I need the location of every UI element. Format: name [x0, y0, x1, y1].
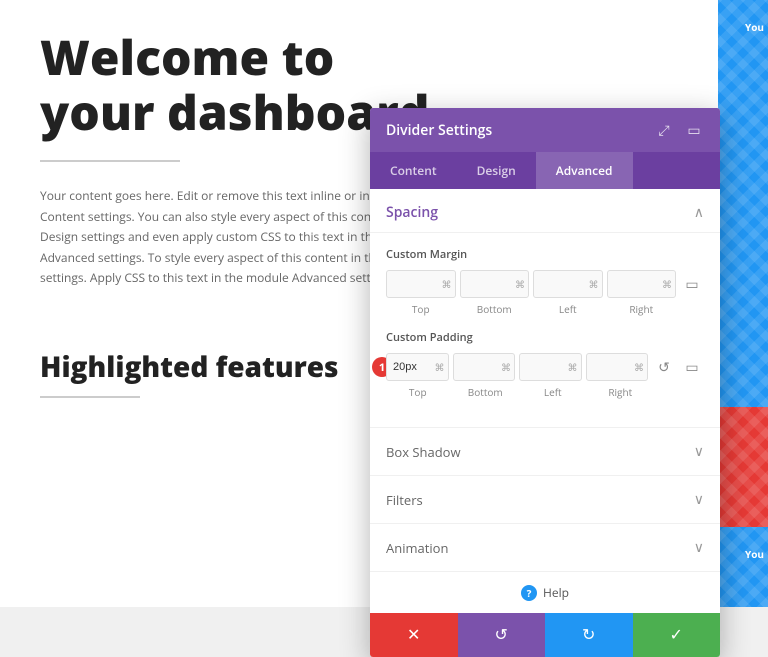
strip-red-middle [718, 407, 768, 527]
cancel-button[interactable]: ✕ [370, 613, 458, 657]
panel-tabs: Content Design Advanced [370, 152, 720, 189]
panel-header: Divider Settings ⤢ ▭ [370, 108, 720, 152]
right-sidebar-strips: You You [718, 0, 768, 607]
box-shadow-chevron-icon: ∨ [694, 442, 704, 461]
filters-section[interactable]: Filters ∨ [370, 475, 720, 523]
filters-label: Filters [386, 491, 423, 509]
strip-blue-bottom: You [718, 527, 768, 607]
padding-bottom-link-icon: ⌘ [501, 360, 511, 374]
padding-right-label: Right [589, 385, 653, 399]
panel-footer: ✕ ↺ ↻ ✓ [370, 613, 720, 657]
filters-chevron-icon: ∨ [694, 490, 704, 509]
animation-label: Animation [386, 539, 448, 557]
padding-top-link-icon: ⌘ [435, 360, 445, 374]
undo-button[interactable]: ↺ [458, 613, 546, 657]
custom-padding-label: Custom Padding [386, 330, 704, 345]
help-text: Help [543, 584, 569, 601]
panel-collapse-icon[interactable]: ▭ [684, 120, 704, 140]
margin-right-wrapper: ⌘ [607, 270, 677, 298]
margin-right-link-icon: ⌘ [662, 277, 672, 291]
custom-padding-inputs: ⌘ ⌘ ⌘ ⌘ ↺ ▭ [386, 353, 704, 381]
strip-you-label-top: You [745, 20, 764, 34]
margin-responsive-icon[interactable]: ▭ [680, 270, 704, 298]
spacing-section-body: Custom Margin ⌘ ⌘ ⌘ ⌘ ▭ [370, 233, 720, 427]
page-divider-line [40, 160, 180, 162]
help-icon: ? [521, 585, 537, 601]
padding-top-wrapper: ⌘ [386, 353, 449, 381]
margin-left-wrapper: ⌘ [533, 270, 603, 298]
margin-right-label: Right [607, 302, 677, 316]
padding-input-labels: Top Bottom Left Right [386, 385, 704, 399]
margin-left-link-icon: ⌘ [589, 277, 599, 291]
margin-input-labels: Top Bottom Left Right [386, 302, 704, 316]
panel-body: Spacing ∧ Custom Margin ⌘ ⌘ ⌘ [370, 189, 720, 613]
panel-expand-icon[interactable]: ⤢ [654, 120, 674, 140]
save-button[interactable]: ✓ [633, 613, 721, 657]
margin-bottom-link-icon: ⌘ [515, 277, 525, 291]
box-shadow-label: Box Shadow [386, 443, 461, 461]
settings-panel: Divider Settings ⤢ ▭ Content Design Adva… [370, 108, 720, 657]
margin-top-wrapper: ⌘ [386, 270, 456, 298]
spacing-section-title: Spacing [386, 203, 438, 222]
padding-left-wrapper: ⌘ [519, 353, 582, 381]
animation-section[interactable]: Animation ∨ [370, 523, 720, 571]
padding-left-label: Left [521, 385, 585, 399]
tab-design[interactable]: Design [457, 152, 536, 189]
padding-left-link-icon: ⌘ [568, 360, 578, 374]
custom-padding-row: 1 ⌘ ⌘ ⌘ ⌘ [386, 353, 704, 381]
padding-bottom-label: Bottom [454, 385, 518, 399]
padding-responsive-icon[interactable]: ▭ [680, 353, 704, 381]
margin-bottom-wrapper: ⌘ [460, 270, 530, 298]
padding-right-link-icon: ⌘ [634, 360, 644, 374]
custom-margin-label: Custom Margin [386, 247, 704, 262]
spacing-section-header[interactable]: Spacing ∧ [370, 189, 720, 233]
tab-content[interactable]: Content [370, 152, 457, 189]
margin-top-link-icon: ⌘ [442, 277, 452, 291]
padding-top-label: Top [386, 385, 450, 399]
animation-chevron-icon: ∨ [694, 538, 704, 557]
margin-left-label: Left [533, 302, 603, 316]
padding-bottom-wrapper: ⌘ [453, 353, 516, 381]
strip-you-label-bottom: You [745, 547, 764, 561]
tab-advanced[interactable]: Advanced [536, 152, 633, 189]
padding-right-wrapper: ⌘ [586, 353, 649, 381]
spacing-section-chevron-icon: ∧ [694, 203, 704, 222]
custom-margin-inputs: ⌘ ⌘ ⌘ ⌘ ▭ [386, 270, 704, 298]
margin-top-label: Top [386, 302, 456, 316]
panel-header-icons: ⤢ ▭ [654, 120, 704, 140]
panel-title: Divider Settings [386, 121, 492, 140]
strip-blue-top: You [718, 0, 768, 407]
page-footer-divider-line [40, 396, 140, 398]
padding-reset-icon[interactable]: ↺ [652, 353, 676, 381]
redo-button[interactable]: ↻ [545, 613, 633, 657]
box-shadow-section[interactable]: Box Shadow ∨ [370, 427, 720, 475]
margin-bottom-label: Bottom [460, 302, 530, 316]
